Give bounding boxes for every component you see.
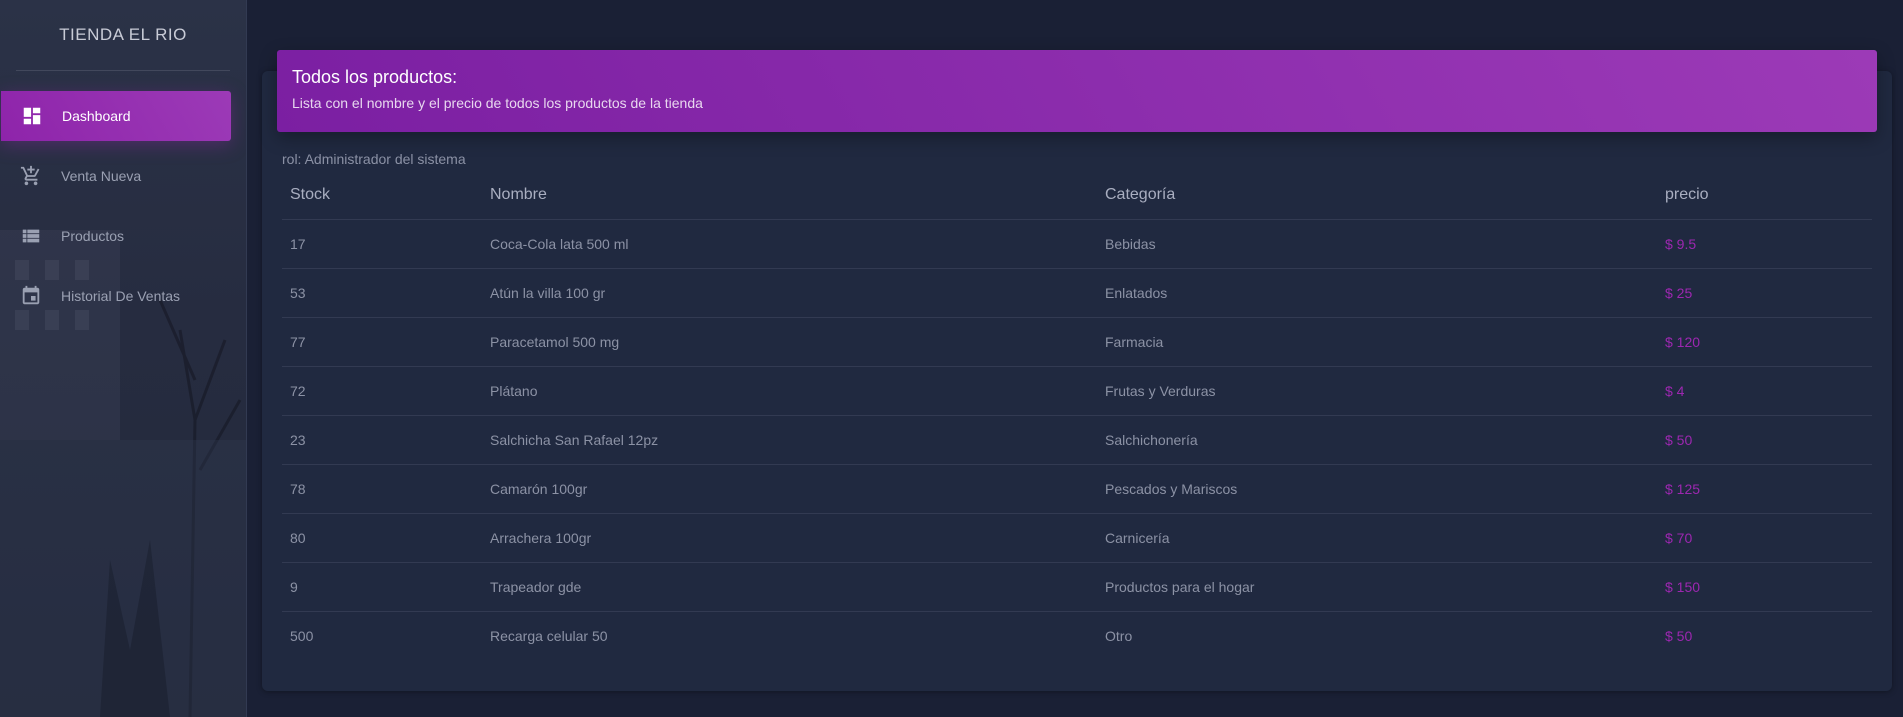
cell-category: Salchichonería bbox=[1097, 415, 1657, 465]
cell-name: Paracetamol 500 mg bbox=[482, 317, 1097, 367]
cell-stock: 77 bbox=[282, 317, 482, 367]
sidebar-item-venta-nueva[interactable]: Venta Nueva bbox=[0, 151, 231, 201]
page-title: Todos los productos: bbox=[292, 67, 458, 87]
cell-category: Otro bbox=[1105, 627, 1133, 644]
cell-name: Atún la villa 100 gr bbox=[482, 268, 1097, 318]
sidebar-item-label: Productos bbox=[61, 228, 125, 244]
cell-category: Frutas y Verduras bbox=[1097, 366, 1657, 416]
cell-stock: 80 bbox=[282, 513, 482, 563]
cell-name: Salchicha San Rafael 12pz bbox=[482, 415, 1097, 465]
list-icon bbox=[20, 225, 42, 247]
cell-stock: 53 bbox=[282, 268, 482, 318]
column-header-categoria: Categoría bbox=[1097, 171, 1657, 220]
table-row: 80 Arrachera 100gr Carnicería $ 70 bbox=[282, 513, 1872, 563]
sidebar-item-label: Venta Nueva bbox=[61, 168, 142, 184]
sidebar-item-productos[interactable]: Productos bbox=[0, 211, 231, 261]
table-row: 78 Camarón 100gr Pescados y Mariscos $ 125 bbox=[282, 464, 1872, 514]
cell-stock: 23 bbox=[282, 415, 482, 465]
table-row: 17 Coca-Cola lata 500 ml Bebidas $ 9.5 bbox=[282, 219, 1872, 269]
sidebar-item-historial-de-ventas[interactable]: Historial De Ventas bbox=[0, 271, 231, 321]
cell-category: Productos para el hogar bbox=[1097, 562, 1657, 612]
brand-divider bbox=[16, 70, 230, 71]
cell-price: $ 50 bbox=[1657, 415, 1872, 465]
table-row: 23 Salchicha San Rafael 12pz Salchichonerí… bbox=[282, 415, 1872, 465]
cell-price: $ 70 bbox=[1657, 513, 1872, 563]
cell-price: $ 4 bbox=[1657, 366, 1872, 416]
sidebar-nav: Dashboard Venta Nueva Productos Historia… bbox=[0, 91, 246, 321]
cell-name: Plátano bbox=[482, 366, 1097, 416]
cell-category: Carnicería bbox=[1097, 513, 1657, 563]
cell-category: Bebidas bbox=[1097, 219, 1657, 269]
cell-stock: 78 bbox=[282, 464, 482, 514]
table-row: 77 Paracetamol 500 mg Farmacia $ 120 bbox=[282, 317, 1872, 367]
cell-name: Trapeador gde bbox=[482, 562, 1097, 612]
sidebar-item-label: Dashboard bbox=[62, 108, 131, 124]
brand-title[interactable]: TIENDA EL RIO bbox=[0, 0, 246, 70]
dashboard-icon bbox=[21, 105, 43, 127]
cell-name: Camarón 100gr bbox=[482, 464, 1097, 514]
table-header-row: Stock Nombre Categoría precio bbox=[282, 171, 1872, 220]
cell-name: Coca-Cola lata 500 ml bbox=[482, 219, 1097, 269]
page-subtitle: Lista con el nombre y el precio de todos… bbox=[292, 95, 703, 111]
products-table: Stock Nombre Categoría precio 17 Coca-Col… bbox=[282, 171, 1872, 660]
cell-price: $ 150 bbox=[1657, 562, 1872, 612]
sidebar-item-dashboard[interactable]: Dashboard bbox=[1, 91, 231, 141]
table-row: 72 Plátano Frutas y Verduras $ 4 bbox=[282, 366, 1872, 416]
column-header-stock: Stock bbox=[282, 171, 482, 220]
cell-category: Pescados y Mariscos bbox=[1097, 464, 1657, 514]
column-header-precio: precio bbox=[1657, 171, 1872, 220]
cell-stock: 72 bbox=[282, 366, 482, 416]
cell-category: Enlatados bbox=[1097, 268, 1657, 318]
cell-stock: 17 bbox=[282, 219, 482, 269]
card-header: Todos los productos: Lista con el nombre… bbox=[277, 50, 1877, 132]
cell-stock: 500 bbox=[290, 627, 314, 644]
cell-price: $ 9.5 bbox=[1657, 219, 1872, 269]
cell-price: $ 25 bbox=[1657, 268, 1872, 318]
table-row: 500 Recarga celular 50 Otro $ 50 bbox=[282, 611, 1872, 660]
cell-stock: 9 bbox=[282, 562, 482, 612]
calendar-icon bbox=[20, 285, 42, 307]
sidebar: TIENDA EL RIO Dashboard Venta Nueva Prod… bbox=[0, 0, 247, 717]
cell-price: $ 50 bbox=[1665, 627, 1693, 644]
cell-name: Recarga celular 50 bbox=[490, 627, 608, 644]
sidebar-item-label: Historial De Ventas bbox=[61, 288, 181, 304]
column-header-nombre: Nombre bbox=[482, 171, 1097, 220]
cell-price: $ 125 bbox=[1657, 464, 1872, 514]
cell-name: Arrachera 100gr bbox=[482, 513, 1097, 563]
cell-price: $ 120 bbox=[1657, 317, 1872, 367]
cell-category: Farmacia bbox=[1097, 317, 1657, 367]
table-row: 53 Atún la villa 100 gr Enlatados $ 25 bbox=[282, 268, 1872, 318]
table-row: 9 Trapeador gde Productos para el hogar $ 1… bbox=[282, 562, 1872, 612]
user-role: rol: Administrador del sistema bbox=[282, 151, 466, 167]
add-shopping-cart-icon bbox=[20, 165, 42, 187]
